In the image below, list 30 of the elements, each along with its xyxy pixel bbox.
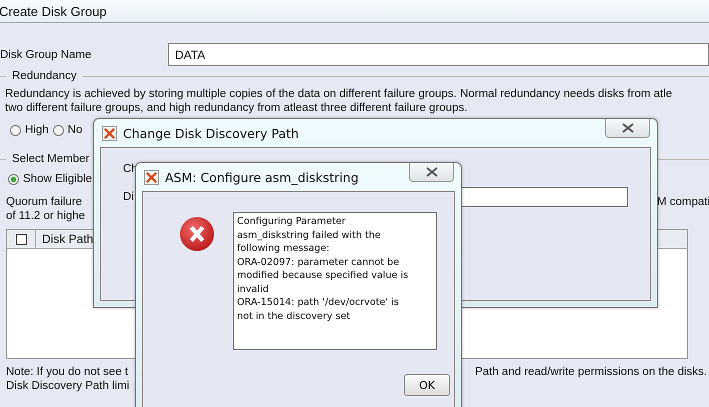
note-text: Note: If you do not see t <box>6 365 128 379</box>
name-field[interactable]: DATA <box>168 43 709 66</box>
window-title: Create Disk Group <box>0 4 107 18</box>
description-text: of 11.2 or highe <box>6 209 86 223</box>
dialog-title: ASM: Configure asm_diskstring <box>165 170 359 184</box>
column-header[interactable]: Disk Path <box>36 230 94 248</box>
section-legend: Select Member <box>12 153 90 165</box>
error-icon <box>179 216 215 252</box>
note-text: Path and read/write permissions on the disks. <box>474 365 707 379</box>
ok-button[interactable]: OK <box>404 374 450 396</box>
close-icon <box>622 123 634 133</box>
description-text: Redundancy is achieved by storing multiple copies of the data on different failure groups. Normal redundancy needs disks from atle <box>5 87 674 101</box>
app-icon <box>144 170 159 184</box>
description-text: Quorum failure <box>6 195 84 209</box>
close-button[interactable] <box>409 163 454 182</box>
note-text: Disk Discovery Path limi <box>6 379 130 393</box>
dialog-title: Change Disk Discovery Path <box>123 126 299 140</box>
app-icon <box>102 126 117 140</box>
section-legend: Redundancy <box>12 70 77 82</box>
radio-option[interactable]: Show Eligible <box>8 173 92 185</box>
radio-option[interactable]: High <box>10 124 49 136</box>
field-label: Disk Group Name <box>0 48 92 60</box>
radio-option[interactable]: No <box>52 124 82 136</box>
description-text: two different failure groups, and high redundancy from atleast three different failure groups. <box>5 101 468 115</box>
description-text: M compati <box>656 195 709 209</box>
header-checkbox[interactable] <box>16 234 26 244</box>
field-label: Di <box>123 191 134 203</box>
close-icon <box>426 167 438 177</box>
error-message: Configuring Parameter asm_diskstring failed with the following message: ORA-02097: parameter cannot be modified because specified value is invalid ORA-15014: path '/dev/ocrvote' is not in the discovery set <box>233 212 437 350</box>
close-button[interactable] <box>605 119 650 138</box>
